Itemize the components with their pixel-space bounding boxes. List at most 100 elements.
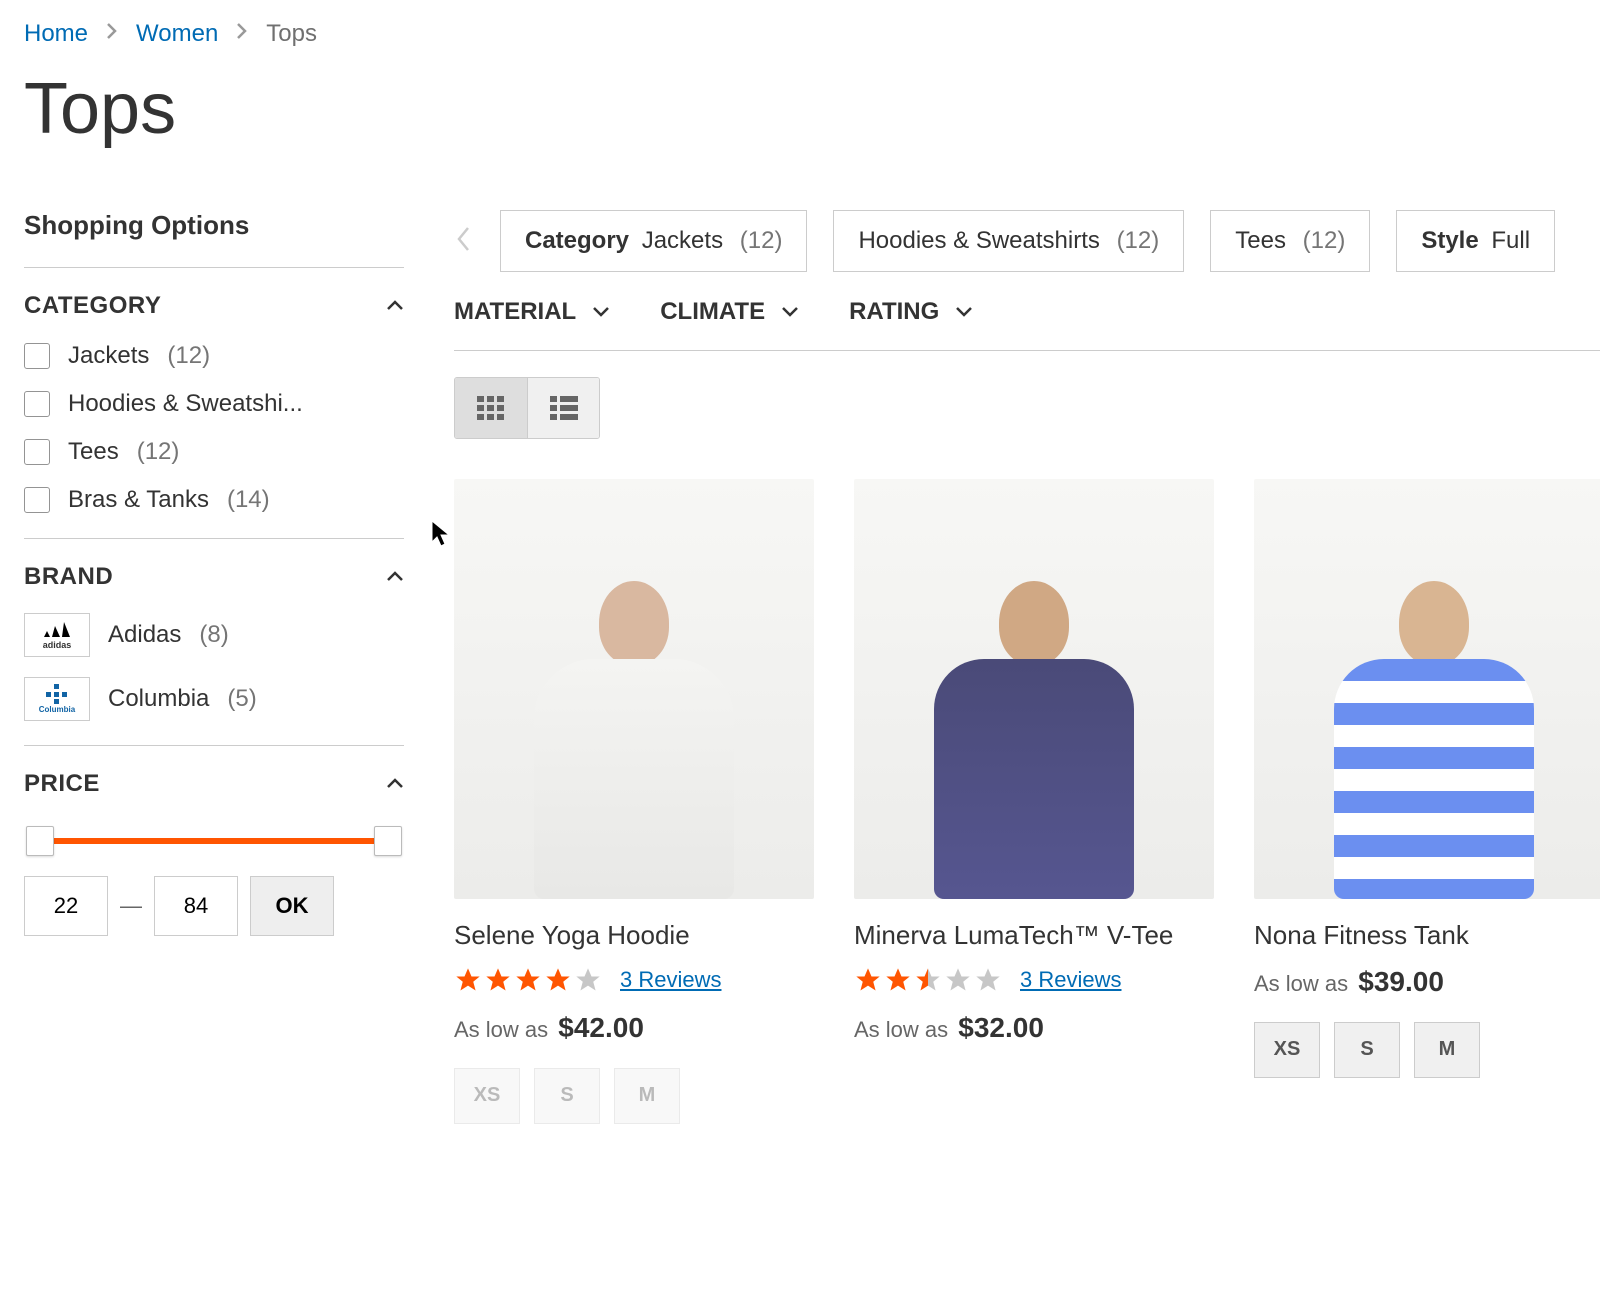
category-item-jackets[interactable]: Jackets (12) [24, 342, 404, 370]
chip-label: Style [1421, 227, 1478, 254]
size-options: XS S M [454, 1068, 814, 1124]
product-name[interactable]: Selene Yoga Hoodie [454, 919, 814, 952]
brand-label: Adidas [108, 621, 181, 649]
chevron-right-icon [106, 22, 118, 46]
brand-count: (5) [227, 685, 256, 713]
product-card: Selene Yoga Hoodie 3 Reviews As low as $… [454, 479, 814, 1124]
product-card: Minerva LumaTech™ V-Tee 3 Reviews As low… [854, 479, 1214, 1124]
chevron-up-icon [386, 297, 404, 315]
checkbox-icon[interactable] [24, 343, 50, 369]
scroll-left-button[interactable] [454, 219, 474, 264]
chip-label: Category [525, 227, 629, 254]
category-item-hoodies[interactable]: Hoodies & Sweatshi... [24, 390, 404, 418]
dropdown-material[interactable]: MATERIAL [454, 298, 610, 326]
size-xs[interactable]: XS [1254, 1022, 1320, 1078]
brand-item-columbia[interactable]: Columbia Columbia (5) [24, 677, 404, 721]
cursor-icon [431, 520, 453, 548]
chevron-down-icon [592, 306, 610, 318]
price: As low as $39.00 [1254, 966, 1600, 998]
top-filter-chips: Category Jackets (12) Hoodies & Sweatshi… [454, 210, 1600, 272]
price-ok-button[interactable]: OK [250, 876, 334, 936]
view-mode-switcher [454, 377, 600, 439]
chevron-down-icon [955, 306, 973, 318]
chip-hoodies[interactable]: Hoodies & Sweatshirts (12) [833, 210, 1184, 272]
checkbox-icon[interactable] [24, 439, 50, 465]
chip-count: (12) [740, 227, 783, 254]
page-title: Tops [24, 68, 1600, 150]
breadcrumb-home[interactable]: Home [24, 20, 88, 48]
price: As low as $32.00 [854, 1012, 1214, 1044]
checkbox-icon[interactable] [24, 487, 50, 513]
slider-handle-min[interactable] [26, 826, 54, 856]
chip-value: Jackets [642, 227, 723, 254]
sidebar: Shopping Options CATEGORY Jackets (12) H… [24, 210, 404, 1124]
brand-item-adidas[interactable]: adidas Adidas (8) [24, 613, 404, 657]
chevron-up-icon [386, 568, 404, 586]
product-image[interactable] [854, 479, 1214, 899]
size-xs[interactable]: XS [454, 1068, 520, 1124]
reviews-link[interactable]: 3 Reviews [620, 967, 721, 993]
category-count: (12) [167, 342, 210, 370]
price-max-input[interactable] [154, 876, 238, 936]
product-image[interactable] [1254, 479, 1600, 899]
size-m[interactable]: M [614, 1068, 680, 1124]
filter-brand-title: BRAND [24, 563, 113, 591]
chip-tees[interactable]: Tees (12) [1210, 210, 1370, 272]
filter-brand: BRAND adidas Adidas (8) Col [24, 539, 404, 746]
chip-value: Hoodies & Sweatshirts [858, 227, 1099, 254]
breadcrumb-women[interactable]: Women [136, 20, 218, 48]
category-label: Tees [68, 438, 119, 466]
size-options: XS S M [1254, 1022, 1600, 1078]
category-count: (14) [227, 486, 270, 514]
category-label: Jackets [68, 342, 149, 370]
product-name[interactable]: Nona Fitness Tank [1254, 919, 1600, 952]
brand-label: Columbia [108, 685, 209, 713]
filter-category-header[interactable]: CATEGORY [24, 292, 404, 320]
size-m[interactable]: M [1414, 1022, 1480, 1078]
dropdown-rating[interactable]: RATING [849, 298, 973, 326]
filter-category: CATEGORY Jackets (12) Hoodies & Sweatshi… [24, 268, 404, 539]
filter-price-title: PRICE [24, 770, 100, 798]
product-image[interactable] [454, 479, 814, 899]
chip-category-jackets[interactable]: Category Jackets (12) [500, 210, 807, 272]
list-view-button[interactable] [527, 378, 599, 438]
chip-count: (12) [1303, 227, 1346, 254]
rating-stars [854, 966, 1002, 994]
category-item-tees[interactable]: Tees (12) [24, 438, 404, 466]
product-name[interactable]: Minerva LumaTech™ V-Tee [854, 919, 1214, 952]
filter-price-header[interactable]: PRICE [24, 770, 404, 798]
price-slider[interactable] [26, 826, 402, 856]
price: As low as $42.00 [454, 1012, 814, 1044]
brand-logo-adidas: adidas [24, 613, 90, 657]
category-count: (12) [137, 438, 180, 466]
size-s[interactable]: S [534, 1068, 600, 1124]
checkbox-icon[interactable] [24, 391, 50, 417]
size-s[interactable]: S [1334, 1022, 1400, 1078]
dropdown-label: CLIMATE [660, 298, 765, 326]
rating-stars [454, 966, 602, 994]
breadcrumb-current: Tops [266, 20, 317, 48]
chevron-right-icon [236, 22, 248, 46]
dropdown-climate[interactable]: CLIMATE [660, 298, 799, 326]
reviews-link[interactable]: 3 Reviews [1020, 967, 1121, 993]
content: Category Jackets (12) Hoodies & Sweatshi… [454, 210, 1600, 1124]
chip-style-full[interactable]: Style Full [1396, 210, 1555, 272]
brand-count: (8) [199, 621, 228, 649]
list-icon [550, 396, 578, 420]
chip-value: Tees [1235, 227, 1286, 254]
filter-price: PRICE — OK [24, 746, 404, 960]
dropdown-row: MATERIAL CLIMATE RATING [454, 298, 1600, 351]
grid-view-button[interactable] [455, 378, 527, 438]
filter-category-title: CATEGORY [24, 292, 161, 320]
product-grid: Selene Yoga Hoodie 3 Reviews As low as $… [454, 479, 1600, 1124]
filter-brand-header[interactable]: BRAND [24, 563, 404, 591]
shopping-options-title: Shopping Options [24, 210, 404, 268]
price-min-input[interactable] [24, 876, 108, 936]
breadcrumb: Home Women Tops [24, 20, 1600, 48]
category-item-bras-tanks[interactable]: Bras & Tanks (14) [24, 486, 404, 514]
chip-value: Full [1491, 227, 1530, 254]
dropdown-label: RATING [849, 298, 939, 326]
category-label: Hoodies & Sweatshi... [68, 390, 303, 418]
chevron-up-icon [386, 775, 404, 793]
slider-handle-max[interactable] [374, 826, 402, 856]
